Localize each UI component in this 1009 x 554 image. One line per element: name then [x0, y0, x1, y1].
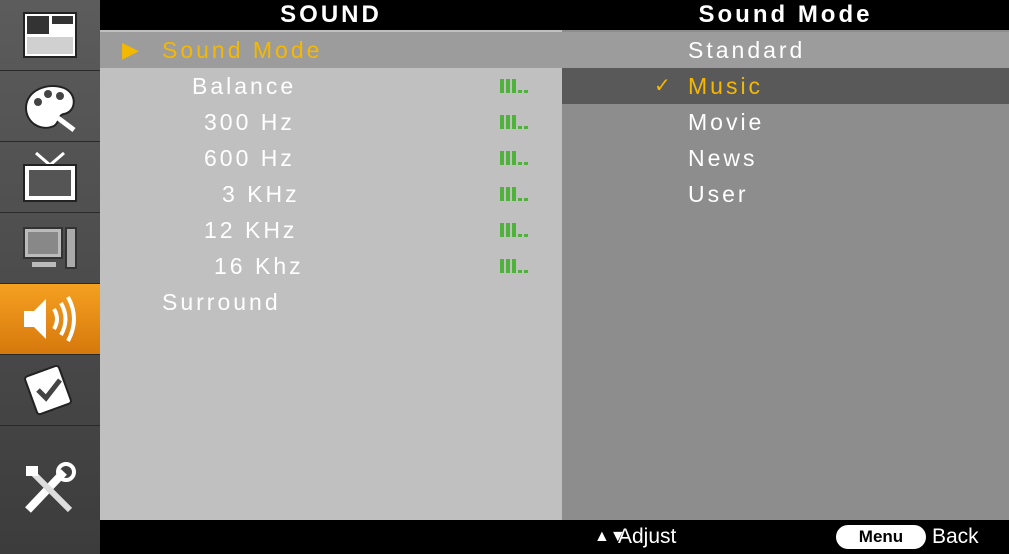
category-rail	[0, 0, 100, 554]
menu-item-label: Sound Mode	[162, 37, 323, 63]
sound-menu: ▶ Sound Mode Balance 300 Hz 600 Hz 3 KHz…	[100, 30, 562, 520]
option-movie[interactable]: Movie	[562, 104, 1009, 140]
level-bars-icon	[500, 115, 528, 129]
option-label: News	[688, 145, 758, 171]
tv-icon[interactable]	[0, 142, 100, 213]
option-music[interactable]: ✓ Music	[562, 68, 1009, 104]
option-label: Movie	[688, 109, 765, 135]
palette-icon[interactable]	[0, 71, 100, 142]
menu-item-balance[interactable]: Balance	[100, 68, 562, 104]
option-user[interactable]: User	[562, 176, 1009, 212]
option-news[interactable]: News	[562, 140, 1009, 176]
menu-item-600hz[interactable]: 600 Hz	[100, 140, 562, 176]
sound-mode-options: Standard ✓ Music Movie News User	[562, 30, 1009, 520]
menu-item-300hz[interactable]: 300 Hz	[100, 104, 562, 140]
menu-item-surround[interactable]: Surround	[100, 284, 562, 320]
pc-monitor-icon[interactable]	[0, 213, 100, 284]
level-bars-icon	[500, 187, 528, 201]
level-bars-icon	[500, 151, 528, 165]
level-bars-icon	[500, 259, 528, 273]
menu-item-label: 12 KHz	[204, 217, 298, 243]
menu-item-12khz[interactable]: 12 KHz	[100, 212, 562, 248]
menu-item-label: 600 Hz	[204, 145, 295, 171]
option-label: Standard	[688, 37, 806, 63]
option-label: Music	[688, 73, 764, 99]
menu-item-label: 16 Khz	[214, 253, 304, 279]
checklist-icon[interactable]	[0, 355, 100, 426]
level-bars-icon	[500, 79, 528, 93]
tools-icon[interactable]	[0, 426, 100, 554]
back-hint: Back	[932, 525, 979, 548]
menu-title: SOUND	[100, 0, 562, 30]
level-bars-icon	[500, 223, 528, 237]
menu-item-label: Surround	[162, 289, 281, 315]
option-standard[interactable]: Standard	[562, 32, 1009, 68]
checkmark-icon: ✓	[654, 75, 674, 97]
footer-hints: ▲▼ Adjust Menu Back	[100, 520, 1009, 554]
menu-item-3khz[interactable]: 3 KHz	[100, 176, 562, 212]
picture-layout-icon[interactable]	[0, 0, 100, 71]
tv-osd-screen: SOUND Sound Mode ▶ Sound Mode Balance 30…	[0, 0, 1009, 554]
options-title: Sound Mode	[562, 0, 1009, 30]
menu-key-badge: Menu	[836, 525, 926, 549]
speaker-sound-icon[interactable]	[0, 284, 100, 355]
menu-item-label: 3 KHz	[222, 181, 300, 207]
menu-item-16khz[interactable]: 16 Khz	[100, 248, 562, 284]
menu-item-label: 300 Hz	[204, 109, 295, 135]
adjust-hint: Adjust	[618, 525, 677, 548]
menu-item-label: Balance	[192, 73, 297, 99]
menu-item-sound-mode[interactable]: ▶ Sound Mode	[100, 32, 562, 68]
option-label: User	[688, 181, 749, 207]
pointer-arrow-icon: ▶	[122, 37, 142, 62]
